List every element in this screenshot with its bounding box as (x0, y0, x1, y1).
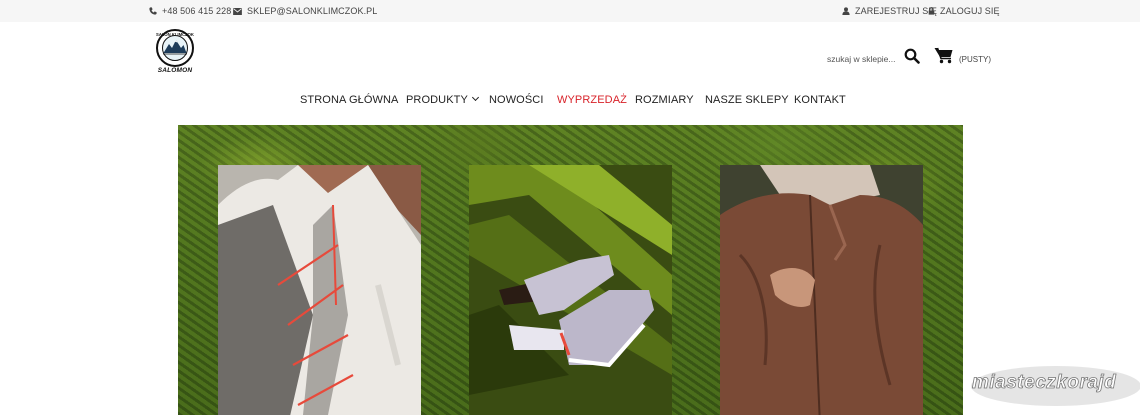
hero-banner[interactable] (178, 125, 963, 415)
jacket-photo (720, 165, 923, 415)
phone-contact[interactable]: +48 506 415 228 (149, 0, 231, 22)
search-input[interactable]: szukaj w sklepie... (827, 54, 896, 64)
chevron-down-icon (471, 93, 479, 102)
hero-panel-vest[interactable] (218, 165, 421, 415)
nav-item-products[interactable]: PRODUKTY (406, 93, 479, 106)
nav-item-home[interactable]: STRONA GŁÓWNA (300, 94, 398, 106)
user-icon (842, 7, 850, 15)
salomon-brand-label: SALOMON (157, 67, 193, 74)
nav-item-products-label: PRODUKTY (406, 94, 468, 106)
logo-ring-text: SALON KLIMCZOK (156, 32, 194, 37)
search-icon[interactable] (904, 48, 920, 64)
envelope-icon (233, 7, 242, 15)
email-address: SKLEP@SALONKLIMCZOK.PL (247, 6, 378, 16)
cart-icon[interactable] (934, 47, 954, 64)
phone-number: +48 506 415 228 (162, 6, 232, 16)
nav-item-sale[interactable]: WYPRZEDAŻ (557, 94, 627, 106)
vest-photo (218, 165, 421, 415)
login-label: ZALOGUJ SIĘ (940, 6, 1000, 16)
register-label: ZAREJESTRUJ SIĘ (855, 6, 938, 16)
top-bar: +48 506 415 228 SKLEP@SALONKLIMCZOK.PL Z… (0, 0, 1140, 22)
login-link[interactable]: ZALOGUJ SIĘ (928, 0, 1000, 22)
cart-status[interactable]: (PUSTY) (959, 55, 991, 64)
email-contact[interactable]: SKLEP@SALONKLIMCZOK.PL (233, 0, 377, 22)
register-link[interactable]: ZAREJESTRUJ SIĘ (842, 0, 937, 22)
nav-item-contact[interactable]: KONTAKT (794, 94, 846, 106)
phone-icon (149, 7, 157, 15)
watermark-text: miasteczkorajd (972, 372, 1117, 394)
hero-panel-shoes[interactable] (469, 165, 672, 415)
main-nav: STRONA GŁÓWNA PRODUKTY NOWOŚCI WYPRZEDAŻ… (0, 90, 1140, 110)
nav-item-sizes[interactable]: ROZMIARY (635, 94, 694, 106)
nav-item-stores[interactable]: NASZE SKLEPY (705, 94, 789, 106)
lock-icon (928, 7, 935, 15)
hero-panel-jacket[interactable] (720, 165, 923, 415)
shoes-photo (469, 165, 672, 415)
nav-item-new[interactable]: NOWOŚCI (489, 94, 543, 106)
